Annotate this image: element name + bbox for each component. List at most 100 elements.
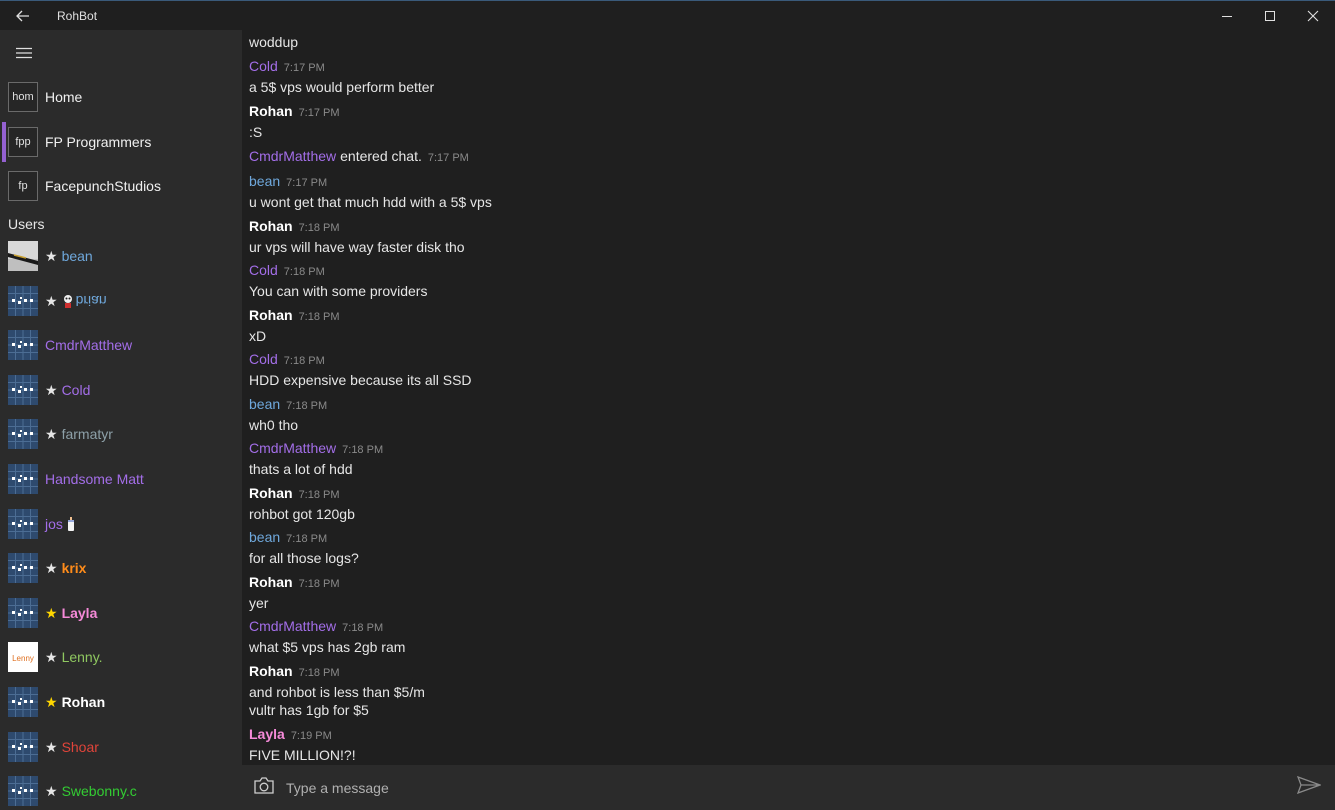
message-author[interactable]: bean (249, 173, 280, 189)
message-time: 7:18 PM (342, 444, 384, 456)
message-text: vultr has 1gb for $5 (249, 702, 369, 718)
user-list-item[interactable]: ★ Cold (0, 374, 242, 419)
chat-message: CmdrMatthew 7:18 PM thats a lot of hdd (249, 440, 383, 478)
user-label: ★ bean (45, 248, 93, 265)
message-author[interactable]: bean (249, 529, 280, 545)
back-arrow-icon[interactable] (10, 5, 36, 27)
message-time: 7:18 PM (283, 266, 325, 278)
user-list-item[interactable]: ★ bean (0, 241, 242, 285)
message-header: bean 7:18 PM (249, 529, 359, 548)
sidebar-room-1[interactable]: fpp FP Programmers (0, 120, 242, 164)
chat-message: Layla 7:19 PM FIVE MILLION!?! (249, 726, 356, 764)
message-header: Rohan 7:17 PM (249, 103, 340, 122)
user-list-item[interactable]: jos (0, 508, 242, 553)
user-name: Swebonny.c (61, 783, 137, 800)
chat-message: bean 7:18 PM for all those logs? (249, 529, 359, 567)
message-author[interactable]: Rohan (249, 485, 293, 501)
users-header: Users (8, 216, 45, 232)
user-list-item[interactable]: ★ Swebonny.c (0, 776, 242, 810)
user-list-item[interactable]: Handsome Matt (0, 464, 242, 508)
user-name: Shoar (61, 738, 99, 755)
message-time: 7:17 PM (286, 177, 328, 189)
message-time: 7:18 PM (298, 222, 340, 234)
room-label: Home (45, 89, 83, 105)
room-badge: hom (8, 82, 38, 112)
message-author[interactable]: Cold (249, 351, 278, 367)
panda-emoji-icon (62, 293, 76, 309)
sidebar-room-2[interactable]: fp FacepunchStudios (0, 164, 242, 208)
close-icon[interactable] (1291, 1, 1335, 31)
window-title: RohBot (57, 9, 98, 23)
user-label: Handsome Matt (45, 471, 144, 487)
message-text: and rohbot is less than $5/m (249, 684, 425, 700)
star-icon: ★ (45, 426, 58, 443)
message-header: bean 7:17 PM (249, 173, 492, 192)
message-header: Layla 7:19 PM (249, 726, 356, 745)
message-author[interactable]: Rohan (249, 307, 293, 323)
maximize-icon[interactable] (1248, 1, 1292, 31)
message-author[interactable]: CmdrMatthew (249, 148, 336, 164)
chat-message: CmdrMatthew entered chat. 7:17 PM (249, 148, 469, 167)
message-author[interactable]: CmdrMatthew (249, 618, 336, 634)
user-name: Layla (61, 604, 98, 621)
message-text: what $5 vps has 2gb ram (249, 639, 406, 655)
message-author[interactable]: Rohan (249, 103, 293, 119)
message-input[interactable] (286, 775, 1266, 800)
avatar (8, 553, 38, 584)
message-text: You can with some providers (249, 283, 428, 299)
avatar (8, 464, 38, 494)
sidebar-room-0[interactable]: hom Home (0, 75, 242, 119)
user-name: Rohan (61, 694, 106, 710)
chat-message: CmdrMatthew 7:18 PM what $5 vps has 2gb ra… (249, 618, 405, 656)
minimize-icon[interactable] (1205, 1, 1249, 31)
message-text: woddup (249, 34, 299, 50)
user-label: ★ Layla (45, 605, 97, 622)
message-text: for all those logs? (249, 550, 359, 566)
message-text: wh0 tho (249, 417, 299, 433)
user-list-item[interactable]: ★ Shoar (0, 731, 242, 776)
message-time: 7:18 PM (298, 489, 340, 501)
room-label: FacepunchStudios (45, 178, 161, 194)
message-text: yer (249, 595, 269, 611)
star-icon: ★ (45, 783, 58, 800)
user-list-item[interactable]: Lenny ★ Lenny. (0, 642, 242, 686)
user-list-item[interactable]: ★ Rohan (0, 687, 242, 731)
message-author[interactable]: Rohan (249, 663, 293, 679)
user-name: farmatyr (61, 426, 113, 443)
user-list-item[interactable]: ★ farmatyr (0, 419, 242, 463)
message-author[interactable]: Cold (249, 58, 278, 74)
message-author[interactable]: Rohan (249, 574, 293, 590)
message-author[interactable]: Rohan (249, 218, 293, 234)
message-header: Cold 7:18 PM (249, 351, 472, 370)
message-author[interactable]: Layla (249, 726, 285, 742)
user-list-item[interactable]: ★ brian (0, 285, 242, 330)
message-header: Rohan 7:18 PM (249, 574, 340, 593)
message-text: ur vps will have way faster disk tho (249, 239, 465, 255)
chat-message: Rohan 7:18 PM and rohbot is less than $5/m… (249, 663, 425, 719)
user-list-item[interactable]: CmdrMatthew (0, 330, 242, 374)
title-bar: RohBot (0, 0, 1335, 30)
message-author[interactable]: CmdrMatthew (249, 440, 336, 456)
hamburger-icon[interactable] (12, 42, 36, 64)
message-author[interactable]: bean (249, 396, 280, 412)
user-label: jos (45, 516, 75, 532)
send-icon[interactable] (1296, 775, 1323, 798)
user-list-item[interactable]: ★ Layla (0, 597, 242, 642)
avatar (8, 419, 38, 450)
camera-icon[interactable] (253, 776, 275, 798)
chat-message: Cold 7:17 PM a 5$ vps would perform better (249, 58, 434, 96)
chat-message: Rohan 7:17 PM:S (249, 103, 340, 141)
star-icon: ★ (45, 248, 58, 264)
message-author[interactable]: Cold (249, 262, 278, 278)
user-label: ★ Rohan (45, 694, 105, 711)
star-icon: ★ (45, 649, 58, 666)
user-label: ★ Shoar (45, 739, 99, 756)
room-badge: fpp (8, 126, 38, 157)
user-name: bean (61, 248, 93, 264)
message-time: 7:17 PM (427, 152, 469, 164)
svg-text:Lenny: Lenny (12, 654, 34, 663)
user-label: ★ brian (45, 293, 107, 310)
user-name: Handsome Matt (45, 471, 144, 487)
avatar (8, 731, 38, 762)
user-list-item[interactable]: ★ krix (0, 553, 242, 597)
